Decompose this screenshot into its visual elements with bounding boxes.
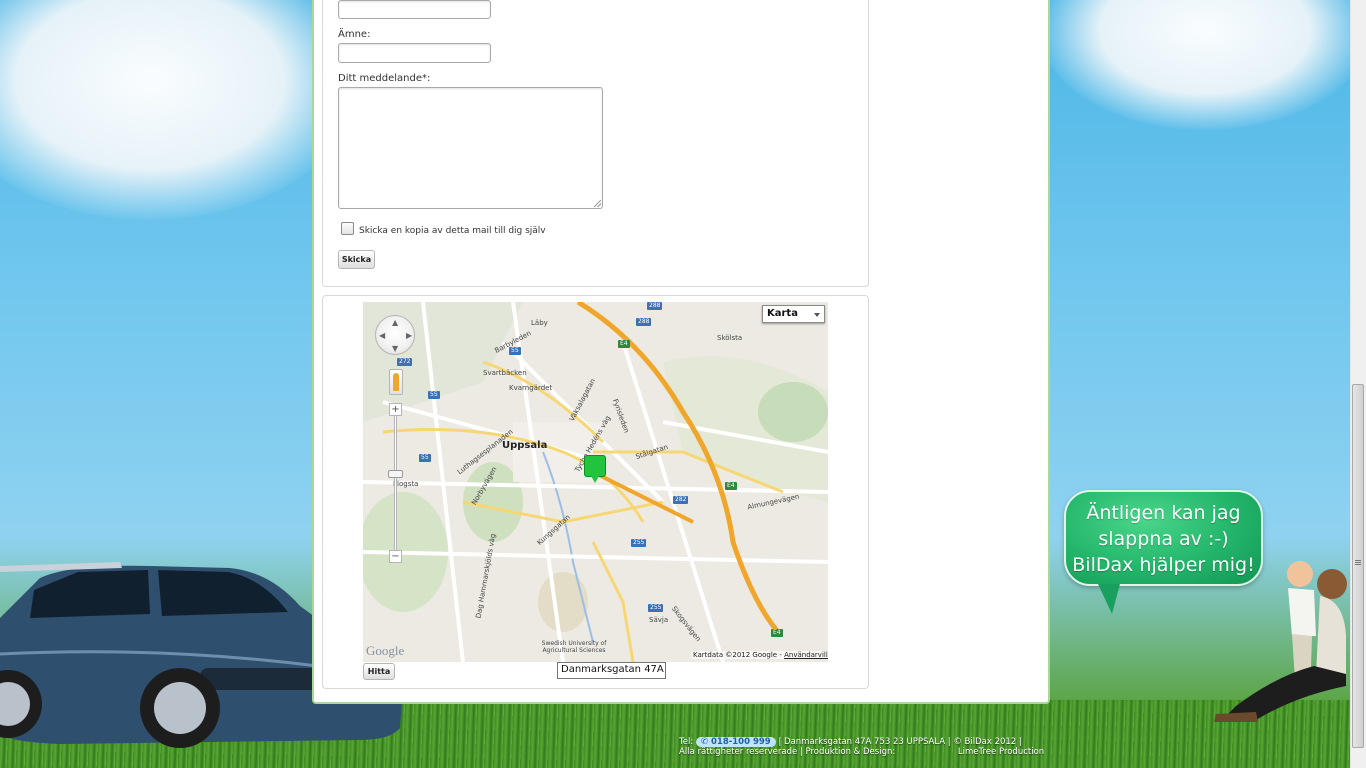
road-shield: 255 xyxy=(631,539,647,547)
road-shield: 55 xyxy=(428,391,440,399)
road-shield: 272 xyxy=(397,358,413,366)
map-credit: Kartdata ©2012 Google - Användarvillkor xyxy=(691,651,828,659)
road-shield: E4 xyxy=(618,340,630,348)
send-button[interactable]: Skicka xyxy=(338,250,375,269)
footer-phone: 018-100 999 xyxy=(711,737,771,747)
pan-control-icon[interactable]: ▲ ▼ ◀ ▶ xyxy=(375,315,415,355)
map-place-4: Kvarngärdet xyxy=(509,384,553,392)
address-input[interactable]: Danmarksgatan 47A 7 xyxy=(557,662,666,679)
footer: Tel: ✆ 018-100 999 | Danmarksgatan 47A 7… xyxy=(679,737,1044,757)
copy-checkbox[interactable] xyxy=(341,222,354,235)
find-button[interactable]: Hitta xyxy=(363,663,395,680)
subject-label: Ämne: xyxy=(338,29,371,40)
zoom-slider-knob[interactable] xyxy=(388,470,403,478)
road-shield: E4 xyxy=(725,482,737,490)
promo-line-2: slappna av :-) xyxy=(1098,528,1229,550)
phone-badge[interactable]: ✆ 018-100 999 xyxy=(695,737,776,747)
promo-line-1: Äntligen kan jag xyxy=(1086,502,1241,524)
map-marker-icon[interactable] xyxy=(584,455,606,483)
resize-handle-icon[interactable] xyxy=(594,200,601,207)
email-field[interactable] xyxy=(338,0,491,19)
zoom-in-button[interactable]: + xyxy=(389,403,402,416)
pegman-icon[interactable] xyxy=(389,369,403,395)
map-terms-link[interactable]: Användarvillkor xyxy=(784,651,828,659)
footer-producer-link[interactable]: LimeTree Production xyxy=(958,747,1044,757)
map-place-1: Läby xyxy=(531,319,548,327)
road-shield: 288 xyxy=(647,302,663,310)
dropdown-caret-icon xyxy=(814,313,820,317)
zoom-out-button[interactable]: − xyxy=(389,550,402,563)
phone-icon: ✆ xyxy=(700,737,709,747)
promo-speech-bubble: Äntligen kan jag slappna av :-) BilDax h… xyxy=(1064,490,1263,586)
zoom-slider-track[interactable] xyxy=(394,408,397,558)
google-map[interactable]: Uppsala Läby Barbyleden Svartbäcken Kvar… xyxy=(363,302,828,662)
cloud-left xyxy=(0,0,360,220)
promo-bubble-tail xyxy=(1098,584,1120,614)
map-city-label: Uppsala xyxy=(502,440,548,451)
map-credit-text: Kartdata ©2012 Google - xyxy=(693,651,782,659)
subject-field[interactable] xyxy=(338,43,491,63)
scrollbar-thumb[interactable] xyxy=(1352,384,1364,748)
page-scrollbar[interactable] xyxy=(1350,0,1366,768)
map-place-5: Skölsta xyxy=(717,334,743,342)
map-place-3: Svartbäcken xyxy=(483,369,527,377)
road-shield: 255 xyxy=(648,604,664,612)
message-label: Ditt meddelande*: xyxy=(338,73,431,84)
road-shield: 288 xyxy=(636,318,652,326)
footer-rights: Alla rättigheter reserverade | Produktio… xyxy=(679,747,896,757)
copy-checkbox-label: Skicka en kopia av detta mail till dig s… xyxy=(359,226,546,236)
footer-tel-label: Tel: xyxy=(679,737,694,747)
cloud-right xyxy=(1040,0,1366,130)
promo-line-3: BilDax hjälper mig! xyxy=(1072,554,1255,576)
grip-icon xyxy=(1355,560,1361,561)
message-textarea[interactable] xyxy=(338,87,603,209)
map-place-18: Swedish University of Agricultural Scien… xyxy=(541,640,607,654)
road-shield: 55 xyxy=(419,454,431,462)
google-logo: Google xyxy=(366,643,405,658)
map-type-selector[interactable]: Karta xyxy=(762,305,825,323)
road-shield: E4 xyxy=(771,629,783,637)
road-shield: 55 xyxy=(509,347,521,355)
road-shield: 282 xyxy=(673,496,689,504)
map-place-16: Sävja xyxy=(649,616,669,624)
map-type-label: Karta xyxy=(767,308,798,319)
footer-address: | Danmarksgatan 47A 753 23 UPPSALA | © B… xyxy=(778,737,1022,747)
